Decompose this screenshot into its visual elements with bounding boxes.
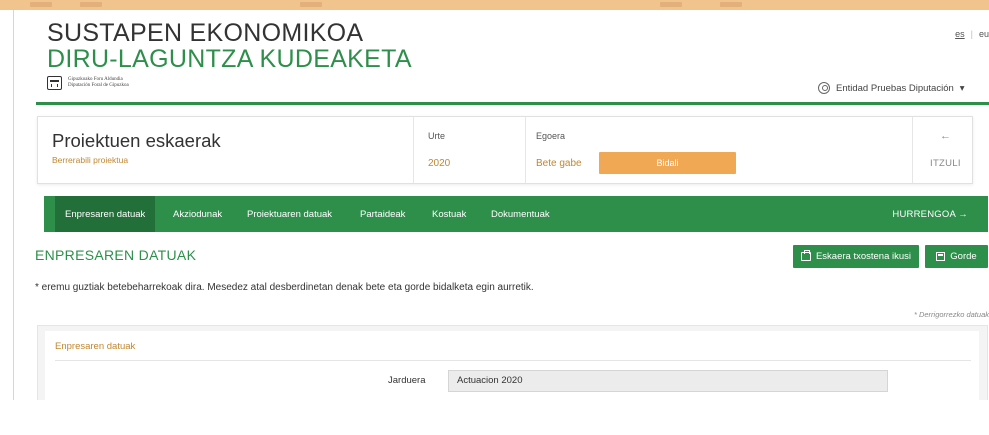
send-button[interactable]: Bidali	[599, 152, 736, 174]
view-request-report-label: Eskaera txostena ikusi	[815, 251, 912, 262]
user-menu[interactable]: Entidad Pruebas Diputación ▾	[818, 82, 965, 94]
tab-enpresaren-datuak[interactable]: Enpresaren datuak	[55, 196, 156, 232]
request-summary-card: Proiektuen eskaerak Berrerabili proiektu…	[37, 116, 973, 184]
back-arrow-icon[interactable]: ←	[940, 130, 951, 142]
brand-title-line2: DIRU-LAGUNTZA KUDEAKETA	[47, 45, 412, 73]
section-tabs: Enpresaren datuak Akziodunak Proiektuare…	[44, 196, 988, 232]
app-brand: SUSTAPEN EKONOMIKOA DIRU-LAGUNTZA KUDEAK…	[47, 20, 412, 72]
logo-text-eu: Gipuzkoako Foru Aldundia	[68, 77, 123, 82]
toolbar-bookmark[interactable]	[660, 2, 682, 7]
tab-dokumentuak[interactable]: Dokumentuak	[491, 196, 550, 232]
summary-title-column: Proiektuen eskaerak Berrerabili proiektu…	[38, 117, 414, 183]
section-heading: ENPRESAREN DATUAK	[35, 247, 197, 263]
summary-year-column: Urte 2020	[414, 117, 526, 183]
lang-separator: |	[970, 29, 973, 39]
page-bottom-blank	[0, 400, 989, 435]
required-data-note: * Derrigorrezko datuak	[913, 310, 989, 319]
user-name[interactable]: Entidad Pruebas Diputación	[836, 83, 954, 94]
lang-eu-link[interactable]: eu	[979, 29, 989, 39]
year-value: 2020	[428, 158, 451, 169]
activity-field-label: Jarduera	[388, 375, 426, 386]
status-label: Egoera	[536, 131, 566, 141]
chevron-down-icon[interactable]: ▾	[960, 83, 965, 94]
header-divider	[36, 102, 989, 105]
institution-logo: Gipuzkoako Foru Aldundia Diputación Fora…	[47, 76, 129, 90]
language-switcher: es | eu	[955, 29, 989, 39]
required-fields-notice: * eremu guztiak betebeharrekoak dira. Me…	[35, 282, 534, 293]
tab-proiektuaren-datuak[interactable]: Proiektuaren datuak	[247, 196, 332, 232]
page-title: Proiektuen eskaerak	[52, 130, 221, 151]
save-icon	[936, 252, 946, 261]
panel-title: Enpresaren datuak	[55, 341, 136, 352]
activity-field[interactable]: Actuacion 2020	[448, 370, 888, 392]
toolbar-bookmark[interactable]	[80, 2, 102, 7]
institution-emblem-icon	[47, 76, 62, 90]
back-button[interactable]: ITZULI	[930, 158, 961, 169]
toolbar-bookmark[interactable]	[300, 2, 322, 7]
toolbar-bookmark[interactable]	[30, 2, 52, 7]
toolbar-bookmark[interactable]	[720, 2, 742, 7]
save-button[interactable]: Gorde	[925, 245, 988, 268]
status-value: Bete gabe	[536, 158, 582, 169]
year-label: Urte	[428, 131, 446, 141]
tab-partaideak[interactable]: Partaideak	[360, 196, 405, 232]
company-data-panel: Enpresaren datuak Jarduera Actuacion 202…	[37, 325, 988, 405]
reuse-project-link[interactable]: Berrerabili proiektua	[52, 155, 128, 165]
brand-title-line1: SUSTAPEN EKONOMIKOA	[47, 19, 364, 47]
tab-kostuak[interactable]: Kostuak	[432, 196, 466, 232]
print-icon	[800, 250, 811, 261]
browser-toolbar-strip	[0, 0, 989, 10]
lang-es-link[interactable]: es	[955, 29, 965, 39]
view-request-report-button[interactable]: Eskaera txostena ikusi	[793, 245, 919, 268]
tab-akziodunak[interactable]: Akziodunak	[173, 196, 222, 232]
panel-divider	[55, 360, 971, 361]
logo-text-es: Diputación Foral de Gipuzkoa	[68, 83, 129, 88]
user-avatar-icon	[818, 82, 830, 94]
next-button[interactable]: HURRENGOA →	[892, 196, 968, 232]
save-label: Gorde	[950, 251, 977, 262]
